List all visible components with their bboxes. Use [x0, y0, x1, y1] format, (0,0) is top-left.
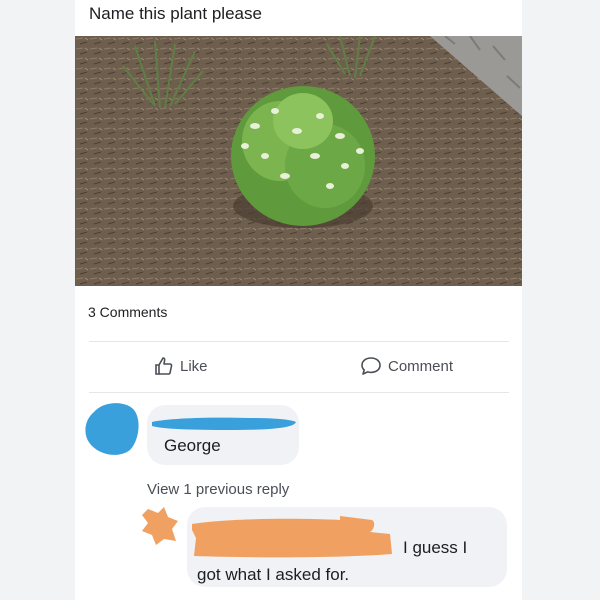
plant-photo-image: [75, 36, 522, 286]
redacted-name-blue: [150, 416, 298, 437]
like-label: Like: [180, 357, 208, 375]
redacted-name-orange: [190, 516, 395, 565]
reply-text-line2: got what I asked for.: [197, 565, 350, 584]
like-button[interactable]: Like: [154, 356, 208, 376]
reply-text-line1: I guess I: [403, 538, 468, 557]
comments-count[interactable]: 3 Comments: [88, 304, 167, 320]
comment-text: George: [164, 436, 221, 455]
divider-bottom: [89, 392, 509, 393]
divider-top: [89, 341, 509, 342]
comment-label: Comment: [388, 357, 454, 375]
comment-button[interactable]: Comment: [360, 356, 453, 376]
plant-photo[interactable]: [75, 36, 522, 286]
post-text: Name this plant please: [89, 4, 262, 23]
thumbs-up-icon: [154, 356, 174, 376]
view-previous-replies-link[interactable]: View 1 previous reply: [147, 481, 289, 498]
avatar-redacted-blue[interactable]: [80, 400, 144, 463]
speech-bubble-icon: [360, 356, 382, 376]
avatar-redacted-orange[interactable]: [138, 505, 182, 552]
